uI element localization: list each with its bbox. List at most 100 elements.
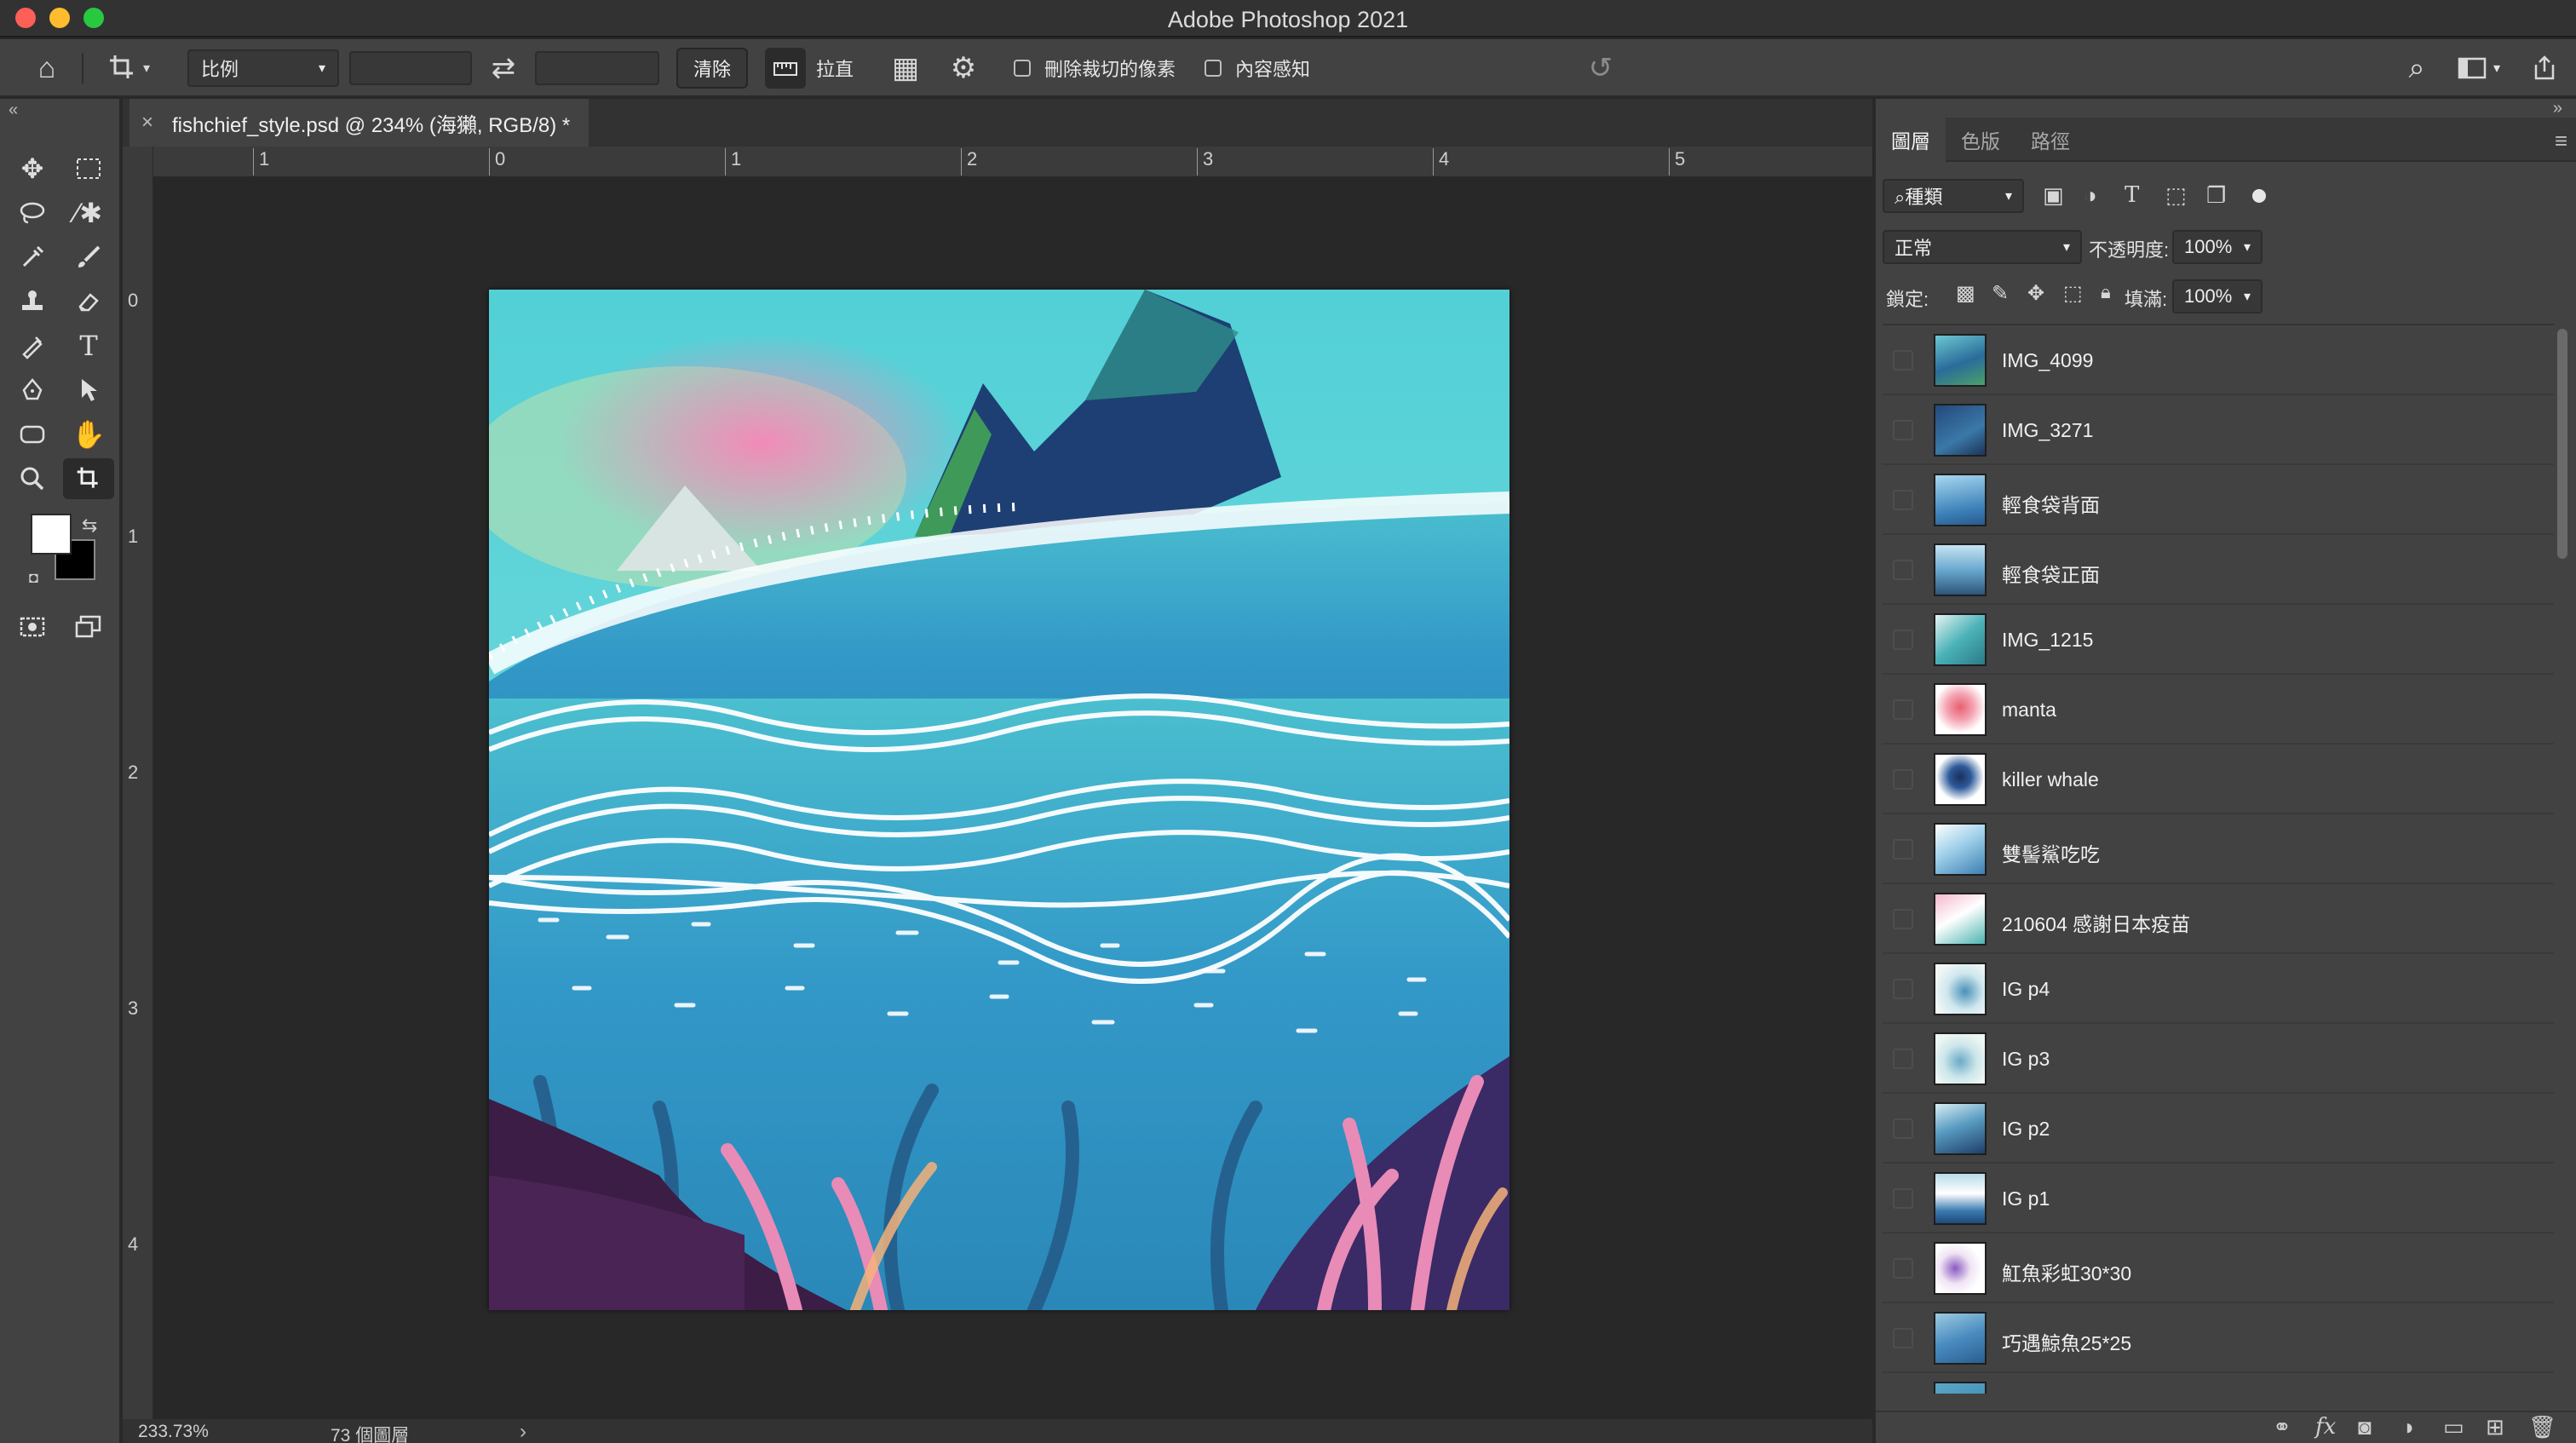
new-group-icon[interactable]: ▭ — [2443, 1414, 2464, 1440]
lock-position-icon[interactable]: ✥ — [2027, 281, 2044, 306]
layer-row[interactable]: 巧遇鯨魚25*25 — [1883, 1303, 2554, 1373]
visibility-toggle[interactable] — [1893, 979, 1913, 999]
smart-object-filter-icon[interactable]: ❐ — [2206, 182, 2226, 209]
shape-layer-filter-icon[interactable]: ⬚ — [2165, 182, 2187, 209]
gradient-tool-icon[interactable] — [7, 325, 58, 366]
layer-row[interactable]: 210604 感謝日本疫苗 — [1883, 884, 2554, 954]
adjustment-layer-filter-icon[interactable]: ◑ — [2084, 182, 2097, 209]
fill-input[interactable]: 100% ▾ — [2172, 279, 2263, 313]
home-icon[interactable]: ⌂ — [24, 39, 70, 97]
swap-dimensions-icon[interactable]: ⇄ — [480, 39, 526, 97]
layer-row[interactable]: IG p4 — [1883, 954, 2554, 1024]
visibility-toggle[interactable] — [1893, 420, 1913, 440]
chevron-right-icon[interactable]: › — [520, 1420, 526, 1443]
visibility-toggle[interactable] — [1893, 909, 1913, 929]
hand-tool-icon[interactable]: ✋ — [63, 414, 114, 455]
blend-mode-dropdown[interactable]: 正常 ▾ — [1883, 230, 2082, 264]
visibility-toggle[interactable] — [1893, 769, 1913, 790]
move-tool-icon[interactable]: ✥ — [7, 148, 58, 189]
horizontal-ruler[interactable]: 1 0 1 2 3 4 5 — [153, 147, 1872, 177]
type-layer-filter-icon[interactable]: T — [2125, 182, 2139, 208]
visibility-toggle[interactable] — [1893, 630, 1913, 650]
layer-row[interactable]: manta — [1883, 675, 2554, 744]
layer-row[interactable]: IMG_1215 — [1883, 605, 2554, 675]
link-layers-icon[interactable]: ⚭ — [2273, 1414, 2291, 1440]
visibility-toggle[interactable] — [1893, 1258, 1913, 1279]
lock-all-icon[interactable]: 🔒︎ — [2101, 281, 2111, 303]
layer-row[interactable] — [1883, 1373, 2554, 1394]
layers-list[interactable]: IMG_4099 IMG_3271 輕食袋背面 輕食袋正面 IMG_1215 m… — [1883, 324, 2554, 1394]
layer-row[interactable]: IG p3 — [1883, 1024, 2554, 1094]
rectangle-tool-icon[interactable] — [7, 414, 58, 455]
visibility-toggle[interactable] — [1893, 350, 1913, 371]
visibility-toggle[interactable] — [1893, 1188, 1913, 1209]
visibility-toggle[interactable] — [1893, 699, 1913, 720]
layers-scrollbar[interactable] — [2557, 329, 2567, 559]
panel-menu-icon[interactable]: ≡ — [2555, 128, 2567, 154]
layer-row[interactable]: 輕食袋背面 — [1883, 465, 2554, 535]
clear-button[interactable]: 清除 — [676, 48, 748, 89]
magic-wand-tool-icon[interactable]: ⁄✱ — [63, 193, 114, 233]
reset-icon[interactable]: ↺ — [1578, 39, 1624, 97]
default-colors-icon[interactable]: ◘ — [29, 569, 38, 587]
close-icon[interactable]: × — [141, 111, 153, 135]
stamp-tool-icon[interactable] — [7, 281, 58, 322]
search-icon[interactable]: ⌕ — [2394, 39, 2440, 97]
zoom-level[interactable]: 233.73% — [138, 1422, 209, 1442]
tab-paths[interactable]: 路徑 — [2015, 118, 2085, 162]
delete-cropped-pixels-checkbox[interactable]: 刪除裁切的像素 — [1014, 39, 1176, 97]
marquee-tool-icon[interactable] — [63, 148, 114, 189]
crop-tool-icon[interactable] — [63, 458, 114, 499]
document-canvas[interactable] — [489, 290, 1509, 1310]
fx-icon[interactable]: fx — [2315, 1414, 2336, 1440]
new-layer-icon[interactable]: ⊞ — [2486, 1414, 2504, 1440]
layer-row[interactable]: killer whale — [1883, 744, 2554, 814]
zoom-tool-icon[interactable] — [7, 458, 58, 499]
workspace-switcher[interactable]: ▾ — [2445, 39, 2513, 97]
pen-tool-icon[interactable] — [7, 370, 58, 411]
crop-ratio-dropdown[interactable]: 比例 ▾ — [187, 49, 339, 87]
lock-transparent-pixels-icon[interactable]: ▩ — [1956, 281, 1975, 306]
layer-row[interactable]: 輕食袋正面 — [1883, 535, 2554, 605]
eyedropper-tool-icon[interactable] — [7, 237, 58, 278]
layer-row[interactable]: IG p1 — [1883, 1164, 2554, 1233]
vertical-ruler[interactable]: 0 1 2 3 4 — [123, 147, 153, 1419]
grid-overlay-icon[interactable]: ▦ — [883, 39, 929, 97]
layer-row[interactable]: IMG_3271 — [1883, 395, 2554, 465]
crop-width-input[interactable] — [349, 51, 472, 85]
visibility-toggle[interactable] — [1893, 1049, 1913, 1069]
layer-row[interactable]: IMG_4099 — [1883, 325, 2554, 395]
swap-colors-icon[interactable]: ⇆ — [82, 515, 97, 537]
path-selection-tool-icon[interactable] — [63, 370, 114, 411]
pixel-layer-filter-icon[interactable]: ▣ — [2043, 182, 2064, 209]
visibility-toggle[interactable] — [1893, 1118, 1913, 1139]
collapse-panel-icon[interactable]: « — [9, 101, 18, 120]
opacity-input[interactable]: 100% ▾ — [2172, 230, 2263, 264]
foreground-color-swatch[interactable] — [31, 514, 72, 555]
visibility-toggle[interactable] — [1893, 560, 1913, 580]
straighten-button[interactable]: 拉直 — [765, 39, 854, 97]
lock-image-pixels-icon[interactable]: ✎ — [1992, 281, 2009, 306]
gear-icon[interactable]: ⚙ — [940, 39, 986, 97]
lasso-tool-icon[interactable] — [7, 193, 58, 233]
brush-tool-icon[interactable] — [63, 237, 114, 278]
adjustment-layer-icon[interactable]: ◑ — [2401, 1414, 2414, 1440]
layer-row[interactable]: IG p2 — [1883, 1094, 2554, 1164]
visibility-toggle[interactable] — [1893, 839, 1913, 859]
add-mask-icon[interactable]: ◙ — [2358, 1414, 2372, 1440]
type-tool-icon[interactable]: T — [63, 325, 114, 366]
filter-kind-dropdown[interactable]: ⌕種類 ▾ — [1883, 179, 2024, 213]
eraser-tool-icon[interactable] — [63, 281, 114, 322]
visibility-toggle[interactable] — [1893, 490, 1913, 510]
layer-row[interactable]: 雙髻鯊吃吃 — [1883, 814, 2554, 884]
collapse-panel-icon[interactable]: » — [2553, 99, 2562, 118]
tab-channels[interactable]: 色版 — [1946, 118, 2015, 162]
screen-mode-icon[interactable] — [63, 607, 114, 647]
share-icon[interactable] — [2521, 39, 2567, 97]
crop-height-input[interactable] — [535, 51, 659, 85]
document-tab[interactable]: × fishchief_style.psd @ 234% (海獺, RGB/8)… — [129, 99, 589, 147]
crop-tool-preset-picker[interactable]: ▾ — [95, 39, 162, 97]
quick-mask-icon[interactable] — [7, 607, 58, 647]
trash-icon[interactable]: 🗑︎ — [2528, 1414, 2556, 1440]
visibility-toggle[interactable] — [1893, 1328, 1913, 1348]
